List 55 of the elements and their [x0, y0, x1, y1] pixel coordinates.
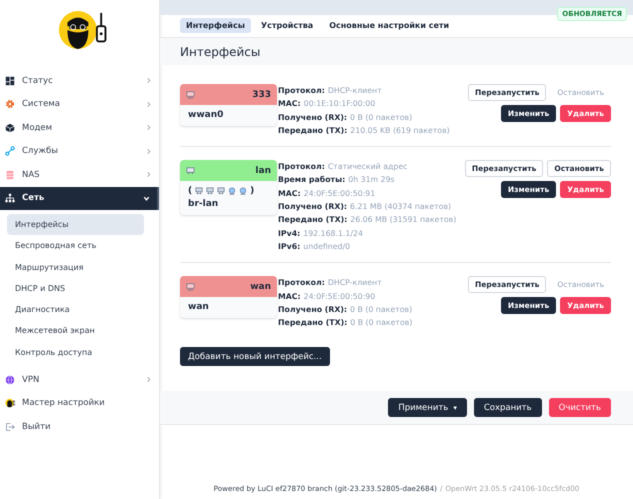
interface-name: wan: [250, 282, 271, 292]
menu-item[interactable]: Модем: [0, 116, 159, 140]
menu-item[interactable]: Статус: [0, 69, 159, 92]
submenu-item[interactable]: Маршрутизация: [7, 256, 144, 278]
section-title: Интерфейсы: [180, 44, 260, 58]
link-icon: [5, 146, 15, 156]
chevron-right-icon: [145, 124, 152, 132]
network-port-icon: [186, 166, 195, 176]
menu-item[interactable]: VPN: [0, 368, 159, 392]
tab[interactable]: Интерфейсы: [180, 18, 251, 33]
submenu-item[interactable]: Интерфейсы: [7, 214, 144, 236]
chevron-right-icon: [145, 171, 152, 178]
squares-icon: [5, 76, 15, 86]
submenu-item[interactable]: DHCP и DNS: [7, 278, 144, 300]
chevron-right-icon: [145, 148, 152, 155]
network-port-icon: [186, 282, 195, 292]
submenu-item[interactable]: Беспроводная сеть: [7, 235, 144, 257]
tab[interactable]: Основные настройки сети: [323, 18, 456, 33]
menu-item[interactable]: Мастер настройки: [0, 392, 159, 416]
add-interface-button[interactable]: Добавить новый интерфейс...: [180, 347, 330, 366]
bracket: (: [188, 186, 192, 196]
menu-item[interactable]: Службы: [0, 140, 159, 163]
wireless-icon: [239, 187, 248, 196]
save-button[interactable]: Сохранить: [474, 398, 542, 418]
ethernet-port-icon: [206, 187, 214, 196]
mascot-icon: [5, 398, 15, 408]
wireless-icon: [228, 187, 236, 196]
menu-item[interactable]: Выйти: [0, 415, 159, 439]
bracket: ): [250, 186, 254, 196]
reset-button[interactable]: Очистить: [548, 398, 611, 418]
network-icon: [5, 193, 15, 204]
interface-name: 333: [252, 90, 271, 100]
chevron-right-icon: [145, 100, 152, 108]
cube-icon: [5, 122, 15, 133]
interface-name: lan: [255, 166, 271, 176]
submenu-item[interactable]: Диагностика: [7, 299, 144, 320]
globe-icon: [5, 374, 15, 385]
device-name: br-lan: [188, 199, 220, 210]
chevron-right-icon: [145, 77, 152, 84]
database-icon: [5, 170, 15, 180]
menu-item[interactable]: Система: [0, 92, 159, 116]
ethernet-port-icon: [217, 187, 226, 196]
ethernet-port-icon: [195, 187, 204, 196]
gear-icon: [5, 99, 15, 110]
logout-icon: [5, 422, 15, 432]
submenu-item[interactable]: Контроль доступа: [7, 342, 144, 364]
device-name: wwan0: [188, 110, 224, 120]
menu-item[interactable]: NAS: [0, 163, 159, 186]
device-name: wan: [188, 302, 210, 312]
submenu-item[interactable]: Межсетевой экран: [7, 320, 144, 342]
network-port-icon: [186, 90, 195, 99]
chevron-down-icon: [143, 194, 150, 202]
chevron-right-icon: [145, 376, 152, 384]
menu-item[interactable]: Сеть: [0, 186, 159, 210]
tab[interactable]: Устройства: [254, 18, 320, 33]
